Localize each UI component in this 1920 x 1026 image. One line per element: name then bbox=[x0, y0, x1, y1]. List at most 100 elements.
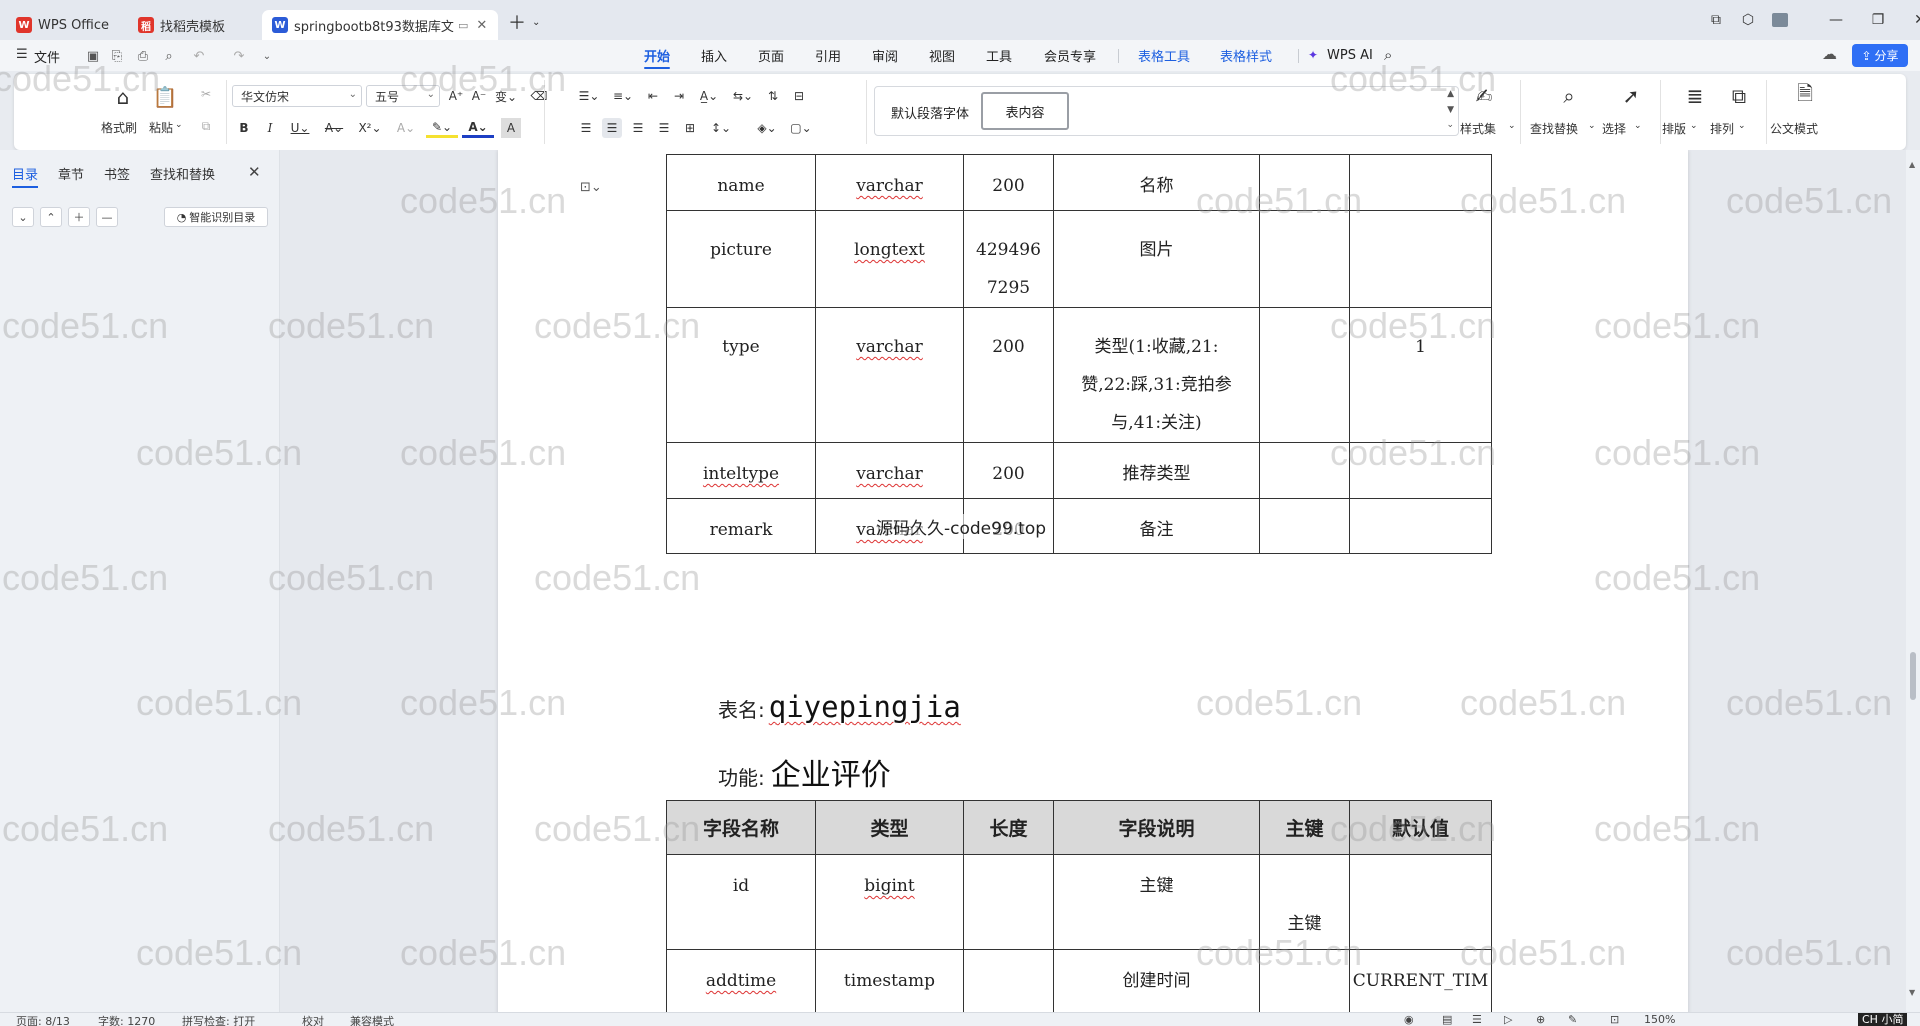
decrease-indent-icon[interactable]: ⇤ bbox=[642, 86, 664, 106]
bold-icon[interactable]: B bbox=[234, 118, 254, 138]
arrange-chevron-icon[interactable]: ⌄ bbox=[1738, 121, 1746, 131]
search-icon[interactable]: ⌕ bbox=[1384, 46, 1392, 64]
close-tab-icon[interactable]: ✕ bbox=[476, 18, 487, 33]
font-size-select[interactable]: 五号 ⌄ bbox=[366, 85, 440, 107]
borders-icon[interactable]: ▢⌄ bbox=[786, 118, 816, 138]
word-count[interactable]: 字数: 1270 bbox=[98, 1013, 155, 1026]
align-center-icon[interactable]: ☰ bbox=[602, 118, 622, 138]
char-shading-icon[interactable]: A bbox=[501, 118, 521, 138]
shading-icon[interactable]: ◈⌄ bbox=[752, 118, 782, 138]
redo-icon[interactable]: ↷ bbox=[228, 45, 250, 67]
cell-field-name[interactable]: id bbox=[666, 854, 816, 950]
panel-tab-chapters[interactable]: 章节 bbox=[58, 164, 84, 183]
show-marks-icon[interactable]: ⊟ bbox=[788, 86, 810, 106]
official-doc-label[interactable]: 公文模式 bbox=[1770, 120, 1818, 137]
table-move-handle-icon[interactable]: ⊡⌄ bbox=[580, 180, 602, 195]
save-icon[interactable]: ▣ bbox=[82, 45, 104, 67]
font-name-select[interactable]: 华文仿宋 ⌄ bbox=[232, 85, 362, 107]
cell-primary-key[interactable] bbox=[1259, 442, 1350, 499]
cell-primary-key[interactable] bbox=[1259, 498, 1350, 554]
pen-icon[interactable]: ✎ bbox=[1568, 1013, 1577, 1026]
remove-heading-icon[interactable]: — bbox=[96, 207, 118, 227]
clear-format-icon[interactable]: ⌫ bbox=[529, 86, 549, 106]
menu-tab-review[interactable]: 审阅 bbox=[872, 40, 898, 71]
underline-icon[interactable]: U⌄ bbox=[286, 118, 314, 138]
menu-tab-view[interactable]: 视图 bbox=[929, 40, 955, 71]
cell-field-length[interactable]: 200 bbox=[963, 307, 1054, 443]
cell-field-length[interactable] bbox=[963, 949, 1054, 1012]
cell-field-desc[interactable]: 备注 bbox=[1053, 498, 1260, 554]
style-set-label[interactable]: 样式集 bbox=[1460, 120, 1496, 137]
fit-icon[interactable]: ⊡ bbox=[1610, 1013, 1619, 1026]
cell-field-desc[interactable]: 推荐类型 bbox=[1053, 442, 1260, 499]
table-row[interactable]: addtime timestamp 创建时间 CURRENT_TIM bbox=[666, 949, 1492, 1012]
strikethrough-icon[interactable]: A⌄ bbox=[320, 118, 348, 138]
file-menu[interactable]: 文件 bbox=[34, 47, 60, 66]
sort-icon[interactable]: ⇅ bbox=[762, 86, 784, 106]
cell-field-type[interactable]: varchar bbox=[815, 307, 964, 443]
table-row[interactable]: name varchar 200 名称 bbox=[666, 154, 1492, 211]
header-description[interactable]: 字段说明 bbox=[1053, 800, 1260, 855]
scroll-up-icon[interactable]: ▲ bbox=[1909, 160, 1915, 169]
tab-docer-templates[interactable]: 稻 找稻壳模板 bbox=[128, 10, 258, 40]
table-header-row[interactable]: 字段名称 类型 长度 字段说明 主键 默认值 bbox=[666, 800, 1492, 855]
avatar[interactable] bbox=[1764, 6, 1796, 34]
menu-tab-references[interactable]: 引用 bbox=[815, 40, 841, 71]
paste-icon[interactable]: 📋 bbox=[150, 84, 180, 110]
justify-icon[interactable]: ☰ bbox=[654, 118, 674, 138]
menu-tab-member[interactable]: 会员专享 bbox=[1044, 40, 1096, 71]
restore-icon[interactable]: ❐ bbox=[1862, 6, 1894, 34]
style-set-icon[interactable]: ✍ bbox=[1469, 82, 1499, 110]
highlight-icon[interactable]: ✎⌄ bbox=[426, 118, 458, 138]
fields-table-qiyepingjia[interactable]: 字段名称 类型 长度 字段说明 主键 默认值 id bigint 主键 主键 a… bbox=[666, 800, 1492, 1012]
page-indicator[interactable]: 页面: 8/13 bbox=[16, 1013, 70, 1026]
italic-icon[interactable]: I bbox=[260, 118, 280, 138]
align-left-icon[interactable]: ☰ bbox=[576, 118, 596, 138]
monitor-icon[interactable]: ▭ bbox=[458, 19, 468, 32]
vertical-scrollbar[interactable]: ▲ ▼ bbox=[1906, 150, 1920, 1012]
scroll-thumb[interactable] bbox=[1910, 652, 1916, 700]
style-table-content[interactable]: 表内容 bbox=[981, 92, 1069, 130]
paste-label[interactable]: 粘贴 bbox=[149, 119, 173, 136]
document-area[interactable]: ⊡⌄ name varchar 200 名称 picture longtext … bbox=[280, 150, 1906, 1012]
close-panel-icon[interactable]: ✕ bbox=[248, 163, 261, 181]
copy-icon[interactable]: ⧉ bbox=[196, 116, 216, 136]
header-type[interactable]: 类型 bbox=[815, 800, 964, 855]
gallery-scroll-down-icon[interactable]: ▼ bbox=[1447, 105, 1454, 115]
cell-field-length[interactable]: 200 bbox=[963, 442, 1054, 499]
decrease-font-icon[interactable]: A⁻ bbox=[469, 86, 489, 106]
new-tab-button[interactable]: ＋ ⌄ bbox=[502, 7, 546, 37]
wps-ai-icon[interactable]: ✦ bbox=[1308, 48, 1318, 62]
select-chevron-icon[interactable]: ⌄ bbox=[1634, 121, 1642, 131]
bullet-list-icon[interactable]: ☰⌄ bbox=[574, 86, 604, 106]
cell-default[interactable] bbox=[1349, 442, 1492, 499]
multi-window-icon[interactable]: ⧉ bbox=[1700, 6, 1732, 34]
panel-tab-bookmarks[interactable]: 书签 bbox=[104, 164, 130, 183]
cell-field-length[interactable]: 200 bbox=[963, 154, 1054, 211]
web-view-icon[interactable]: ⊕ bbox=[1536, 1013, 1545, 1026]
cell-default[interactable] bbox=[1349, 854, 1492, 950]
char-spacing-icon[interactable]: A̲⌄ bbox=[694, 86, 724, 106]
cell-default[interactable]: CURRENT_TIM bbox=[1349, 949, 1492, 1012]
cell-field-name[interactable]: name bbox=[666, 154, 816, 211]
customize-chevron-icon[interactable]: ⌄ bbox=[256, 45, 278, 67]
gallery-scroll-up-icon[interactable]: ▲ bbox=[1447, 89, 1454, 99]
format-painter-icon[interactable]: ⌂ bbox=[108, 84, 138, 110]
direction-icon[interactable]: ⇆⌄ bbox=[728, 86, 758, 106]
menu-tab-insert[interactable]: 插入 bbox=[701, 40, 727, 71]
select-icon[interactable]: ➚ bbox=[1616, 82, 1646, 110]
cell-field-name[interactable]: inteltype bbox=[666, 442, 816, 499]
cell-primary-key[interactable] bbox=[1259, 949, 1350, 1012]
smart-toc-button[interactable]: ◔ 智能识别目录 bbox=[164, 207, 268, 227]
cell-default[interactable] bbox=[1349, 210, 1492, 308]
cell-default[interactable] bbox=[1349, 154, 1492, 211]
line-spacing-icon[interactable]: ↕⌄ bbox=[706, 118, 736, 138]
ime-indicator[interactable]: CH 小简 bbox=[1858, 1013, 1908, 1026]
print-preview-icon[interactable]: ⌕ bbox=[158, 45, 180, 67]
function-name[interactable]: 企业评价 bbox=[771, 750, 891, 794]
paste-chevron-icon[interactable]: ⌄ bbox=[175, 120, 183, 130]
menu-tab-tools[interactable]: 工具 bbox=[986, 40, 1012, 71]
cell-primary-key[interactable] bbox=[1259, 307, 1350, 443]
numbered-list-icon[interactable]: ≡⌄ bbox=[608, 86, 638, 106]
table-row[interactable]: remark varchar 200 备注 bbox=[666, 498, 1492, 554]
